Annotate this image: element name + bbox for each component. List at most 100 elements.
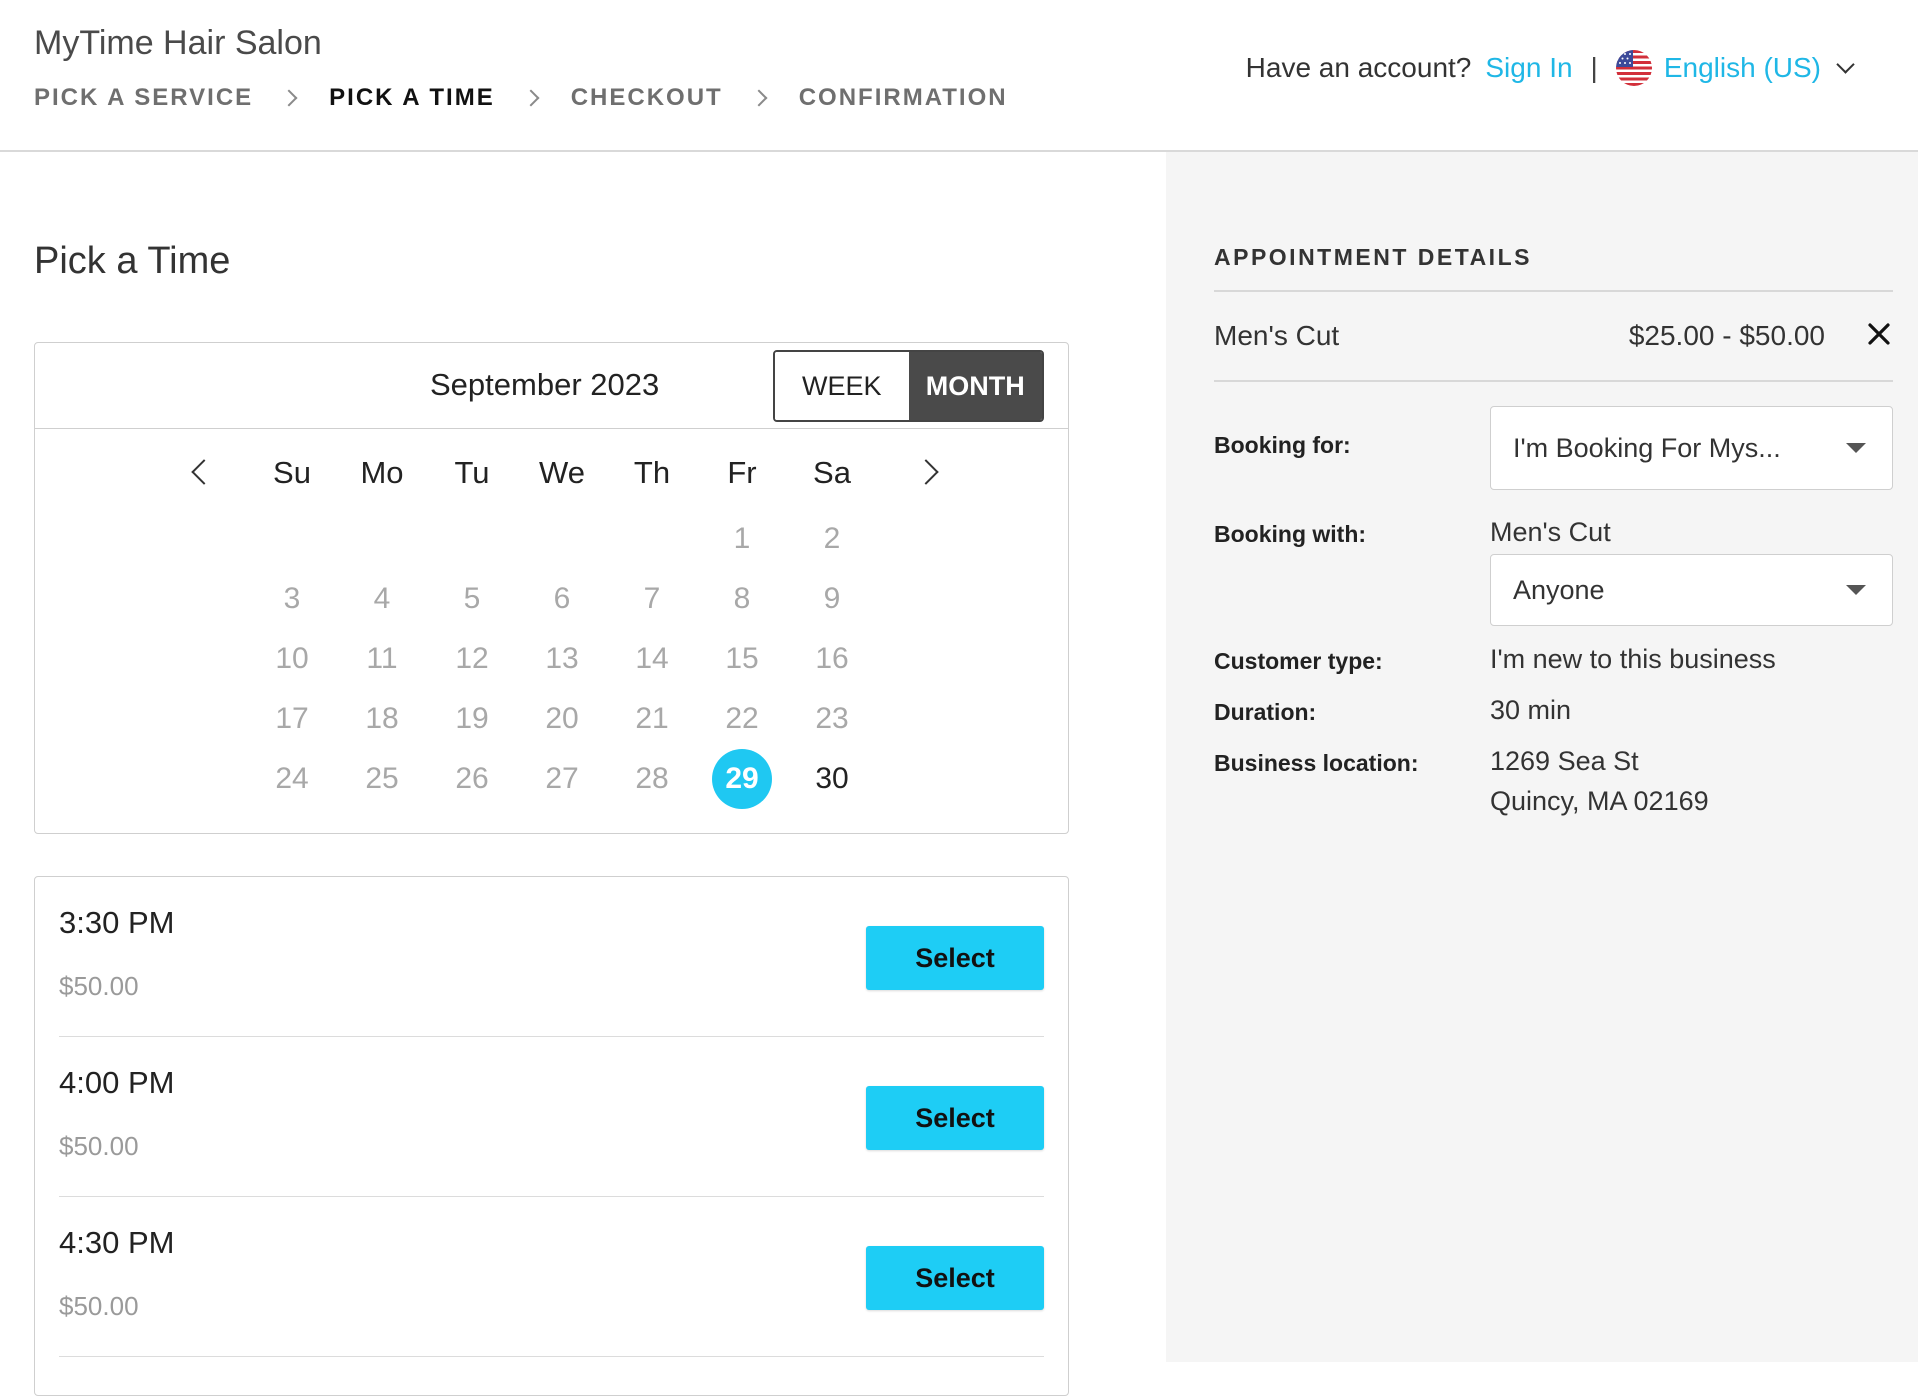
calendar-day: 27: [545, 762, 579, 795]
slot-time: 4:30 PM: [59, 1225, 175, 1260]
calendar-day: 9: [823, 582, 841, 615]
view-toggle: WEEK MONTH: [773, 350, 1044, 422]
service-name: Men's Cut: [1214, 320, 1340, 351]
weekday-label: Th: [633, 455, 671, 490]
caret-down-icon: [1846, 585, 1866, 595]
calendar-day: 8: [733, 582, 751, 615]
calendar-day: 11: [366, 642, 398, 675]
slot-price: $50.00: [59, 1291, 139, 1321]
appointment-details-panel: APPOINTMENT DETAILS Men's Cut $25.00 - $…: [1166, 152, 1918, 1362]
step-pick-a-time: PICK A TIME: [329, 84, 495, 111]
calendar-day: 25: [365, 762, 399, 795]
calendar-day: 1: [733, 522, 751, 555]
calendar-day: 4: [373, 582, 391, 615]
time-slot: 3:30 PM $50.00 Select: [59, 877, 1068, 1037]
calendar-day: 18: [365, 702, 399, 735]
calendar-day: 16: [815, 642, 849, 675]
chevron-right-icon: [522, 89, 540, 107]
month-view-button[interactable]: MONTH: [908, 352, 1042, 420]
customer-type-value: I'm new to this business: [1490, 644, 1776, 674]
week-view-button[interactable]: WEEK: [775, 352, 909, 420]
divider: [1214, 380, 1893, 382]
calendar-day: 6: [553, 582, 571, 615]
booking-with-label: Booking with:: [1214, 521, 1367, 547]
calendar-day: 22: [725, 702, 759, 735]
slot-time: 3:30 PM: [59, 905, 175, 940]
business-location-label: Business location:: [1214, 750, 1419, 776]
language-selector[interactable]: English (US): [1664, 52, 1821, 84]
calendar-day: 15: [725, 642, 759, 675]
duration-value: 30 min: [1490, 695, 1572, 725]
calendar-day: 13: [545, 642, 579, 675]
chevron-down-icon[interactable]: [1836, 54, 1855, 74]
account-prompt: Have an account?: [1245, 52, 1472, 83]
booking-for-select[interactable]: I'm Booking For Mys...: [1490, 406, 1893, 490]
slot-price: $50.00: [59, 1131, 139, 1161]
calendar-day: 23: [815, 702, 849, 735]
customer-type-label: Customer type:: [1214, 648, 1383, 674]
calendar-day: 5: [463, 582, 481, 615]
calendar-day: 26: [455, 762, 489, 795]
calendar-day: 21: [635, 702, 669, 735]
calendar-header: September 2023 WEEK MONTH: [35, 343, 1068, 429]
calendar-day: 14: [635, 642, 669, 675]
weekday-label: Sa: [813, 455, 851, 490]
booking-with-service: Men's Cut: [1490, 517, 1611, 547]
calendar-day: 17: [275, 702, 309, 735]
slot-price: $50.00: [59, 971, 139, 1001]
weekday-label: We: [539, 455, 585, 490]
calendar-day: 7: [643, 582, 661, 615]
weekday-label: Fr: [727, 455, 757, 490]
service-price: $25.00 - $50.00: [1628, 320, 1825, 351]
top-header: MyTime Hair Salon PICK A SERVICE PICK A …: [0, 0, 1918, 152]
duration-label: Duration:: [1214, 699, 1317, 725]
checkout-steps: PICK A SERVICE PICK A TIME CHECKOUT CONF…: [34, 84, 1008, 112]
business-location-line2: Quincy, MA 02169: [1490, 786, 1709, 816]
business-location-line1: 1269 Sea St: [1490, 746, 1639, 776]
appointment-details-title: APPOINTMENT DETAILS: [1214, 244, 1532, 270]
chevron-right-icon: [280, 89, 298, 107]
calendar-day[interactable]: 30: [802, 749, 862, 809]
divider: |: [1590, 52, 1598, 83]
calendar: September 2023 WEEK MONTH Su Mo Tu We Th Fr Sa…: [34, 342, 1069, 834]
step-confirmation: CONFIRMATION: [798, 84, 1008, 111]
staff-select[interactable]: Anyone: [1490, 554, 1893, 626]
weekday-label: Su: [273, 455, 311, 490]
us-flag-icon: [1615, 50, 1652, 86]
chevron-right-icon: [750, 89, 768, 107]
divider: [1214, 290, 1893, 292]
calendar-day: 2: [823, 522, 841, 555]
weekday-label: Tu: [454, 455, 490, 490]
previous-month-icon[interactable]: [191, 459, 217, 485]
calendar-day: 20: [545, 702, 579, 735]
caret-down-icon: [1846, 443, 1866, 453]
sign-in-link[interactable]: Sign In: [1485, 52, 1572, 84]
salon-name[interactable]: MyTime Hair Salon: [34, 24, 322, 63]
time-slot-list: 3:30 PM $50.00 Select 4:00 PM $50.00 Sel…: [34, 876, 1069, 1396]
time-slot: 4:30 PM $50.00 Select: [59, 1197, 1068, 1357]
time-slot: 4:00 PM $50.00 Select: [59, 1037, 1068, 1197]
calendar-day: 28: [635, 762, 669, 795]
slot-time: 4:00 PM: [59, 1065, 175, 1100]
weekday-label: Mo: [360, 455, 404, 490]
selected-day[interactable]: 29: [712, 749, 772, 809]
service-row: Men's Cut $25.00 - $50.00: [1214, 320, 1893, 352]
calendar-day: 24: [275, 762, 309, 795]
calendar-day: 19: [455, 702, 489, 735]
next-month-icon[interactable]: [913, 459, 939, 485]
booking-for-value: I'm Booking For Mys...: [1513, 432, 1781, 463]
calendar-day: 3: [283, 582, 301, 615]
calendar-day: 10: [275, 642, 309, 675]
page-title: Pick a Time: [34, 240, 231, 282]
select-slot-button[interactable]: Select: [866, 1086, 1044, 1150]
staff-value: Anyone: [1513, 574, 1605, 605]
step-pick-a-service[interactable]: PICK A SERVICE: [34, 84, 253, 112]
divider: [59, 1355, 1044, 1357]
close-icon[interactable]: [1865, 320, 1893, 348]
step-checkout: CHECKOUT: [570, 84, 723, 111]
booking-for-label: Booking for:: [1214, 432, 1351, 458]
select-slot-button[interactable]: Select: [866, 1246, 1044, 1310]
calendar-day: 12: [455, 642, 489, 675]
account-bar: Have an account? Sign In | English (US): [1245, 50, 1855, 86]
select-slot-button[interactable]: Select: [866, 926, 1044, 990]
